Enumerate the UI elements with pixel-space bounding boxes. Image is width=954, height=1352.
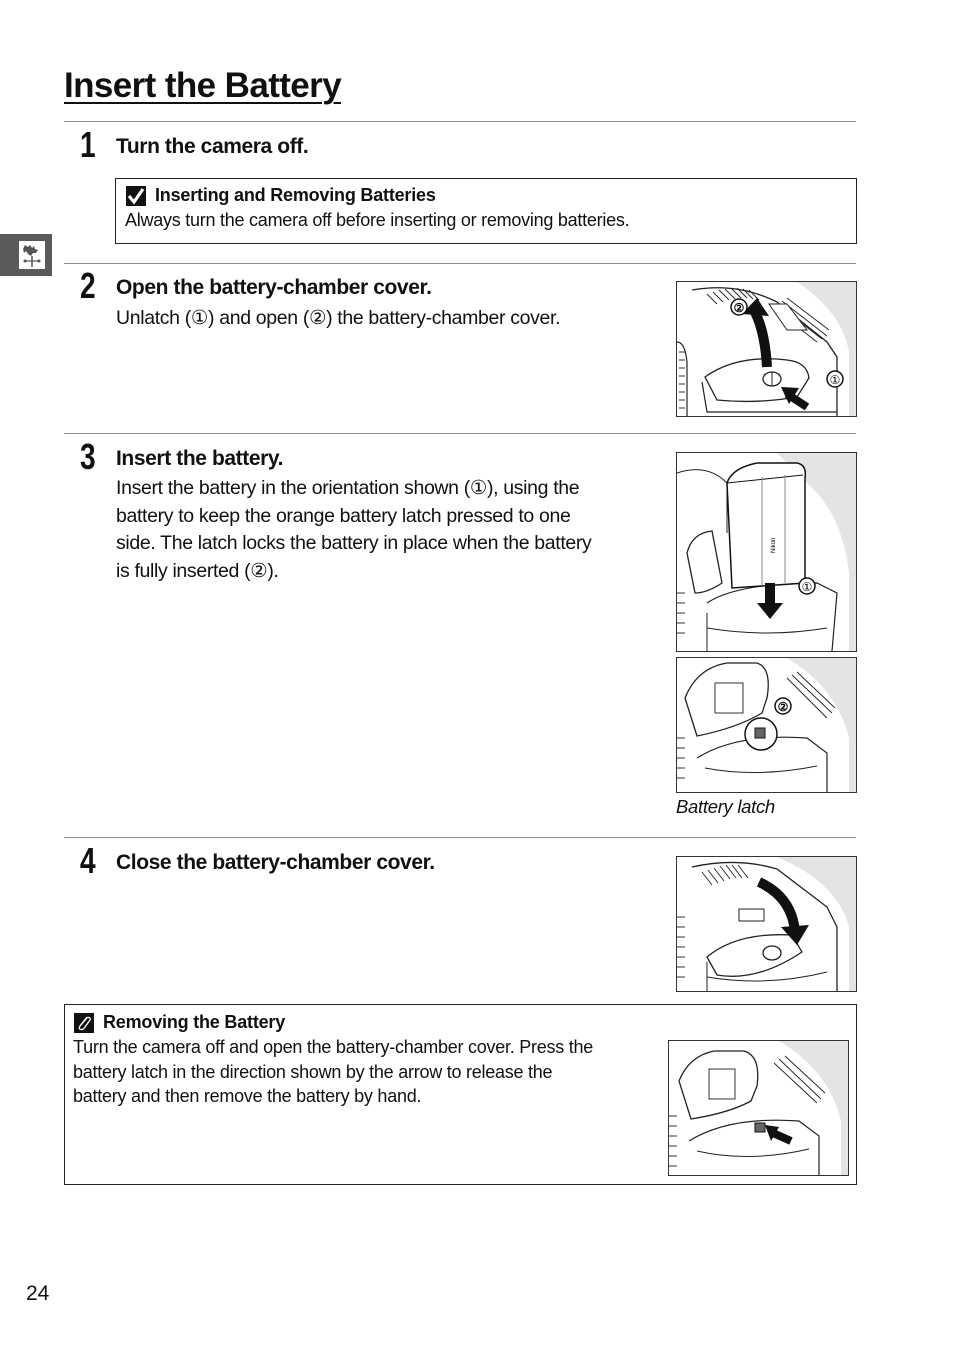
step-body: Insert the battery in the orientation sh… — [116, 475, 592, 585]
step-body-line: Insert the battery in the orientation sh… — [116, 477, 580, 499]
note-text: Turn the camera off and open the battery… — [73, 1035, 593, 1109]
figure-caption: Battery latch — [676, 796, 775, 817]
note-title: Inserting and Removing Batteries — [155, 185, 436, 205]
chapter-tab — [0, 234, 52, 276]
battery-brand-label: Nikon — [771, 538, 777, 553]
step-heading: Close the battery-chamber cover. — [116, 851, 435, 874]
figure-battery-latch: ② — [676, 657, 857, 793]
callout-1: ① — [802, 580, 813, 594]
step-number: 4 — [80, 840, 96, 881]
divider — [64, 263, 856, 264]
step-heading: Turn the camera off. — [116, 135, 309, 158]
note-text: Always turn the camera off before insert… — [125, 210, 630, 230]
callout-2: ② — [778, 700, 789, 714]
figure-release-latch — [668, 1040, 849, 1176]
checkmark-icon — [126, 185, 146, 206]
divider — [64, 837, 856, 838]
step-number: 1 — [80, 124, 96, 165]
note-inserting-removing: Inserting and Removing Batteries Always … — [115, 178, 857, 244]
step-heading: Open the battery-chamber cover. — [116, 276, 432, 299]
step-body: Unlatch (①) and open (②) the battery-cha… — [116, 307, 561, 329]
paperclip-icon — [74, 1012, 94, 1033]
page-number: 24 — [26, 1282, 50, 1305]
weathervane-rooster-icon — [19, 241, 45, 269]
step-heading: Insert the battery. — [116, 447, 284, 470]
step-body-line: is fully inserted (②). — [116, 559, 279, 582]
step-body-line: side. The latch locks the battery in pla… — [116, 532, 592, 554]
step-number: 2 — [80, 265, 96, 306]
callout-1: ① — [830, 373, 841, 387]
divider — [64, 433, 856, 434]
step-body-line: battery to keep the orange battery latch… — [116, 504, 571, 527]
divider — [64, 121, 856, 122]
note-text-line: battery and then remove the battery by h… — [73, 1086, 422, 1106]
figure-close-cover — [676, 856, 857, 992]
note-removing-battery: Removing the Battery Turn the camera off… — [64, 1004, 857, 1185]
page-title: Insert the Battery — [64, 66, 342, 105]
note-text-line: Turn the camera off and open the battery… — [73, 1037, 594, 1057]
callout-2: ② — [734, 301, 745, 315]
step-number: 3 — [80, 436, 96, 477]
figure-insert-battery: Nikon ① — [676, 452, 857, 652]
note-text-line: battery latch in the direction shown by … — [73, 1061, 553, 1082]
figure-open-cover: ② ① — [676, 281, 857, 417]
note-title: Removing the Battery — [103, 1012, 286, 1032]
